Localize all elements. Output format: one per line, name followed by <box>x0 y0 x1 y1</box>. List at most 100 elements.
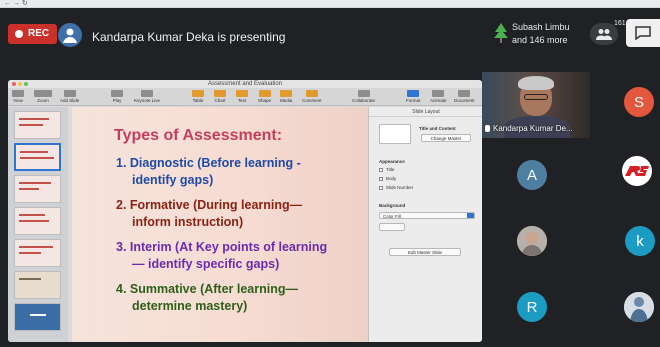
layout-name: Title and Content <box>419 126 456 131</box>
collaborate-icon <box>357 90 370 97</box>
media-icon <box>280 90 293 97</box>
zoom-field <box>34 90 52 97</box>
animate-icon <box>432 90 445 97</box>
mic-icon <box>485 125 490 133</box>
slide-thumbnail[interactable] <box>14 271 61 299</box>
summary-more: and 146 more <box>512 35 568 45</box>
people-count-badge: 161 <box>614 20 626 27</box>
toolbar-label: Chart <box>214 98 226 103</box>
body-option: Body <box>386 176 397 181</box>
background-label: Background <box>379 203 406 208</box>
toolbar-add-slide[interactable]: Add Slide <box>60 90 79 103</box>
toolbar-animate[interactable]: Animate <box>430 90 447 103</box>
logo-icon <box>625 166 649 176</box>
toolbar-collaborate[interactable]: Collaborate <box>352 90 375 103</box>
document-title: Assessment and Evaluation <box>207 81 283 87</box>
toolbar-label: Media <box>280 98 293 103</box>
profile-photo-icon <box>517 226 547 256</box>
participant-avatar-logo[interactable] <box>622 156 652 186</box>
chat-button[interactable] <box>626 19 660 47</box>
toolbar-zoom[interactable]: Zoom <box>34 90 52 103</box>
meet-top-bar: REC Kandarpa Kumar Deka is presenting Su… <box>0 8 660 52</box>
slide-thumbnail[interactable] <box>14 207 61 235</box>
toolbar-table[interactable]: Table <box>192 90 204 103</box>
toolbar-label: Collaborate <box>352 98 376 103</box>
participant-avatar-photo[interactable] <box>517 226 547 256</box>
toolbar-label: Document <box>454 98 475 103</box>
participant-avatar-r[interactable]: R <box>517 292 547 322</box>
slide-number-option: Slide Number <box>386 185 414 190</box>
fill-select[interactable]: Color Fill <box>379 212 475 219</box>
browser-nav-icons[interactable]: ← → ↻ <box>4 0 28 8</box>
presenter-tile-name: Kandarpa Kumar De... <box>485 124 573 133</box>
toolbar-shape[interactable]: Shape <box>258 90 271 103</box>
toolbar-label: Keynote Live <box>134 98 161 103</box>
body-checkbox[interactable] <box>379 177 383 181</box>
toolbar-label: Animate <box>430 98 447 103</box>
toolbar-label: Table <box>192 98 204 103</box>
slide-number-checkbox[interactable] <box>379 186 383 190</box>
edit-master-button[interactable]: Edit Master Slide <box>389 248 461 256</box>
document-icon <box>458 90 471 97</box>
toolbar-media[interactable]: Media <box>280 90 292 103</box>
toolbar-text[interactable]: Text <box>236 90 248 103</box>
slide-thumbnail[interactable] <box>14 111 61 139</box>
slide-thumbnail[interactable] <box>14 303 61 331</box>
presenter-hair <box>518 76 554 90</box>
play-icon <box>111 90 123 97</box>
recording-badge: REC <box>8 24 58 44</box>
slide-thumbnail[interactable] <box>14 239 61 267</box>
chevron-down-icon <box>467 213 474 218</box>
person-icon <box>63 28 77 43</box>
toolbar-label: Comment <box>302 98 322 103</box>
summary-name: Subash Limbu <box>512 22 570 32</box>
color-well[interactable] <box>379 223 405 231</box>
toolbar-document[interactable]: Document <box>454 90 475 103</box>
keynote-title-bar: Assessment and Evaluation <box>8 80 482 88</box>
toolbar-label: Add Slide <box>60 98 80 103</box>
master-thumbnail[interactable] <box>379 124 411 144</box>
browser-strip: ← → ↻ <box>0 0 660 8</box>
toolbar-label: Play <box>112 98 122 103</box>
slide-navigator <box>8 107 68 342</box>
change-master-button[interactable]: Change Master <box>421 134 471 142</box>
participant-avatar-k[interactable]: k <box>625 226 655 256</box>
toolbar-label: Format <box>406 98 421 103</box>
chat-icon <box>635 26 651 40</box>
window-controls[interactable] <box>12 82 28 86</box>
toolbar-keynote-live[interactable]: Keynote Live <box>134 90 160 103</box>
participant-avatar-photo[interactable] <box>624 292 654 322</box>
toolbar-label: View <box>13 98 23 103</box>
table-icon <box>192 90 204 97</box>
toolbar-chart[interactable]: Chart <box>214 90 226 103</box>
rec-label: REC <box>28 28 50 39</box>
format-inspector: Slide Layout Title and Content Change Ma… <box>368 107 482 342</box>
presenter-video-tile[interactable]: Kandarpa Kumar De... <box>482 72 590 138</box>
toolbar-comment[interactable]: Comment <box>302 90 322 103</box>
profile-photo-icon <box>624 292 654 322</box>
text-icon <box>236 90 248 97</box>
toolbar-format[interactable]: Format <box>406 90 420 103</box>
keynote-toolbar: View Zoom Add Slide Play Keynote Live Ta… <box>8 88 482 106</box>
participant-avatar-a[interactable]: A <box>517 160 547 190</box>
assessment-point-summative: 4. Summative (After learning— determine m… <box>116 281 298 315</box>
fill-value: Color Fill <box>383 214 401 219</box>
point-line: 1. Diagnostic (Before learning - <box>116 156 301 170</box>
toolbar-play[interactable]: Play <box>111 90 123 103</box>
slide-thumbnail-selected[interactable] <box>14 143 61 171</box>
toolbar-view[interactable]: View <box>12 90 24 103</box>
participant-avatar-s[interactable]: S <box>624 87 654 117</box>
title-option: Title <box>386 167 395 172</box>
slide-title: Types of Assessment: <box>114 127 283 144</box>
toolbar-label: Text <box>237 98 247 103</box>
appearance-label: Appearance <box>379 159 405 164</box>
point-line: determine mastery) <box>132 299 248 313</box>
keynote-live-icon <box>141 90 154 97</box>
slide-thumbnail[interactable] <box>14 175 61 203</box>
assessment-point-diagnostic: 1. Diagnostic (Before learning - identify… <box>116 155 301 189</box>
title-checkbox[interactable] <box>379 168 383 172</box>
slide-canvas[interactable]: Types of Assessment: 1. Diagnostic (Befo… <box>72 107 368 342</box>
assessment-point-formative: 2. Formative (During learning— inform ins… <box>116 197 302 231</box>
toolbar-label: Shape <box>258 98 272 103</box>
chart-icon <box>214 90 226 97</box>
